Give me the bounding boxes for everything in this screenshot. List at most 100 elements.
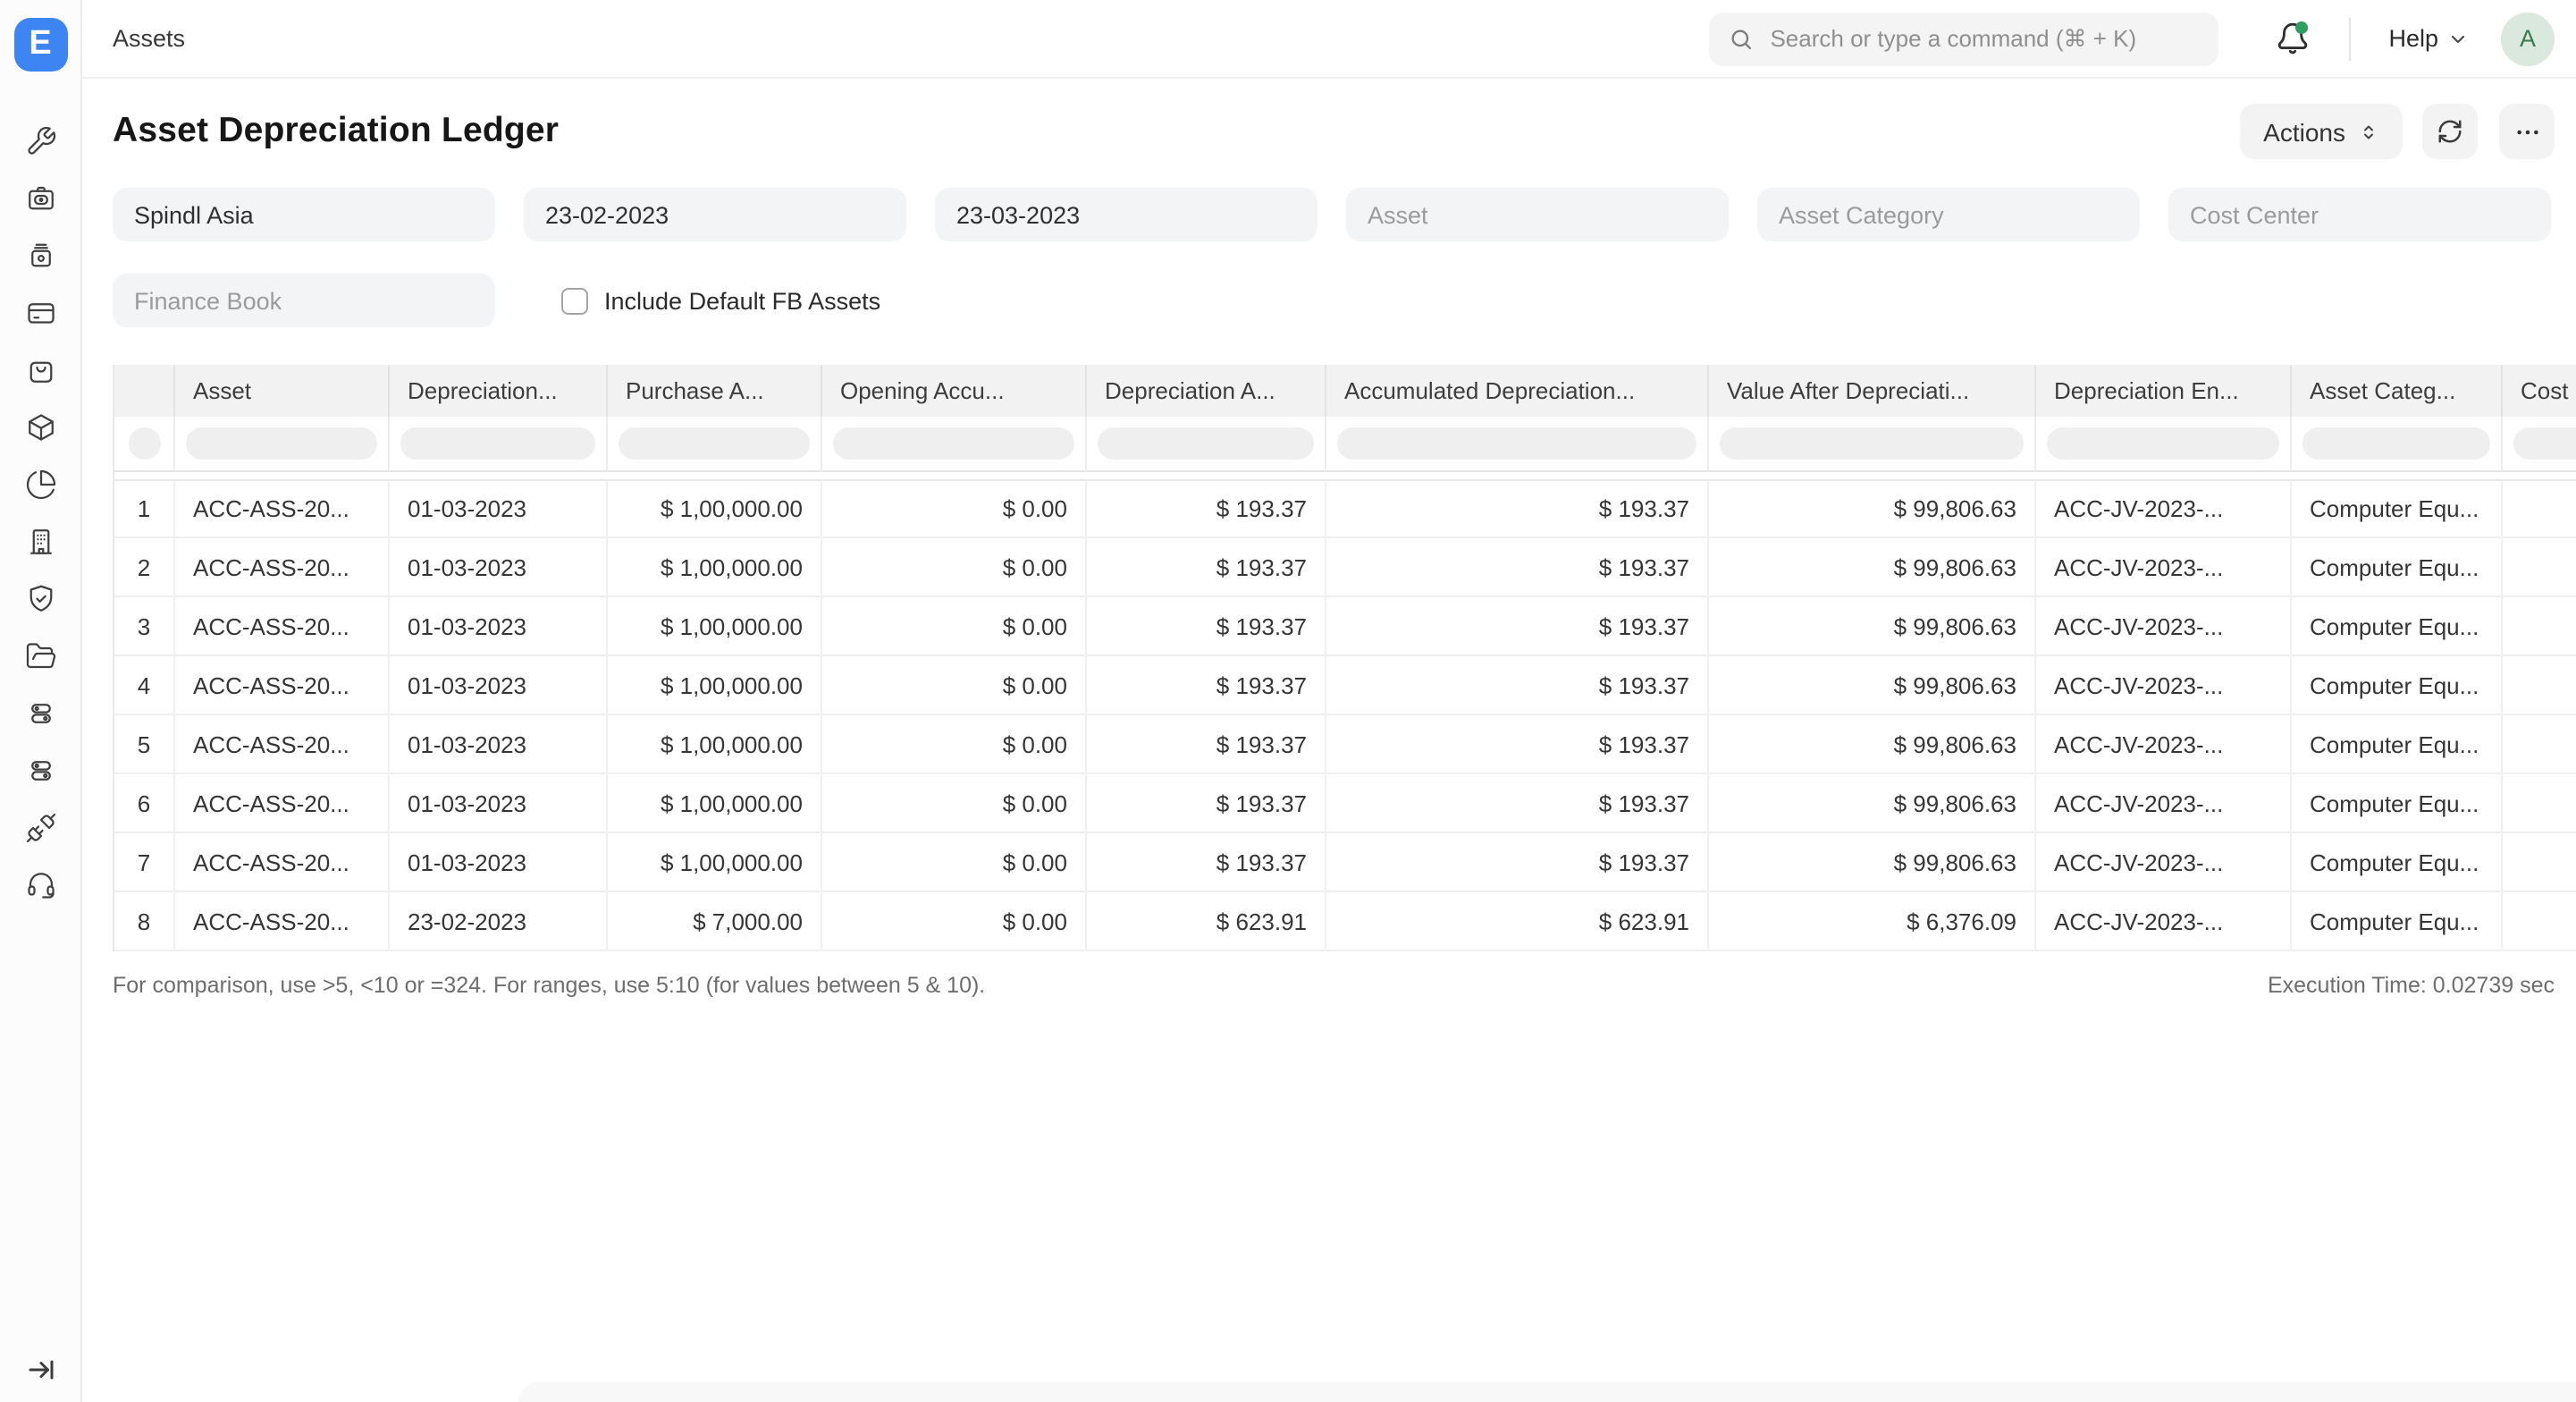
- breadcrumb[interactable]: Assets: [113, 25, 185, 52]
- table-cell[interactable]: $ 6,376.09: [1709, 892, 2036, 951]
- table-cell[interactable]: Computer Equ...: [2292, 479, 2503, 538]
- table-cell[interactable]: $ 193.37: [1326, 597, 1709, 656]
- table-cell[interactable]: ACC-JV-2023-...: [2036, 715, 2292, 774]
- notifications-bell-icon[interactable]: [2274, 21, 2310, 56]
- column-filter-input[interactable]: [2047, 427, 2279, 460]
- toggles-2-icon[interactable]: [24, 755, 56, 787]
- shield-check-icon[interactable]: [24, 583, 56, 615]
- column-filter-input[interactable]: [128, 427, 160, 460]
- table-cell[interactable]: [2503, 892, 2576, 951]
- table-cell[interactable]: ACC-JV-2023-...: [2036, 597, 2292, 656]
- table-cell[interactable]: ACC-ASS-20...: [175, 715, 390, 774]
- table-cell[interactable]: [2503, 597, 2576, 656]
- app-logo[interactable]: E: [13, 18, 67, 72]
- table-cell[interactable]: ACC-ASS-20...: [175, 892, 390, 951]
- column-filter-input[interactable]: [1098, 427, 1314, 460]
- table-cell[interactable]: $ 99,806.63: [1709, 715, 2036, 774]
- more-menu-button[interactable]: [2499, 104, 2555, 159]
- table-cell[interactable]: $ 0.00: [822, 656, 1087, 715]
- table-cell[interactable]: 01-03-2023: [390, 479, 608, 538]
- table-cell[interactable]: 01-03-2023: [390, 774, 608, 833]
- table-cell[interactable]: $ 193.37: [1087, 479, 1326, 538]
- table-cell[interactable]: $ 1,00,000.00: [608, 479, 822, 538]
- help-menu[interactable]: Help: [2388, 25, 2469, 52]
- table-cell[interactable]: $ 1,00,000.00: [608, 597, 822, 656]
- table-cell[interactable]: $ 193.37: [1326, 715, 1709, 774]
- table-cell[interactable]: $ 193.37: [1326, 538, 1709, 597]
- building-icon[interactable]: [24, 526, 56, 558]
- table-cell[interactable]: $ 193.37: [1087, 833, 1326, 892]
- column-header[interactable]: Depreciation A...: [1087, 365, 1326, 417]
- package-icon[interactable]: [24, 411, 56, 443]
- table-cell[interactable]: ACC-JV-2023-...: [2036, 833, 2292, 892]
- plug-icon[interactable]: [24, 812, 56, 844]
- from-date-filter[interactable]: 23-02-2023: [524, 188, 906, 241]
- table-cell[interactable]: ACC-JV-2023-...: [2036, 479, 2292, 538]
- table-cell[interactable]: ACC-ASS-20...: [175, 597, 390, 656]
- table-cell[interactable]: ACC-ASS-20...: [175, 479, 390, 538]
- table-cell[interactable]: ACC-JV-2023-...: [2036, 774, 2292, 833]
- table-cell[interactable]: [2503, 656, 2576, 715]
- finance-book-filter[interactable]: Finance Book: [113, 274, 495, 327]
- table-cell[interactable]: $ 0.00: [822, 479, 1087, 538]
- expand-sidebar-icon[interactable]: [24, 1354, 56, 1386]
- table-cell[interactable]: $ 0.00: [822, 774, 1087, 833]
- table-cell[interactable]: $ 99,806.63: [1709, 833, 2036, 892]
- table-cell[interactable]: $ 193.37: [1326, 774, 1709, 833]
- table-cell[interactable]: $ 99,806.63: [1709, 479, 2036, 538]
- table-cell[interactable]: $ 1,00,000.00: [608, 774, 822, 833]
- table-cell[interactable]: Computer Equ...: [2292, 715, 2503, 774]
- table-cell[interactable]: $ 1,00,000.00: [608, 833, 822, 892]
- table-cell[interactable]: ACC-ASS-20...: [175, 538, 390, 597]
- cash-register-icon[interactable]: [24, 240, 56, 272]
- table-cell[interactable]: $ 0.00: [822, 597, 1087, 656]
- table-cell[interactable]: [2503, 715, 2576, 774]
- pie-chart-icon[interactable]: [24, 469, 56, 501]
- table-cell[interactable]: Computer Equ...: [2292, 774, 2503, 833]
- table-cell[interactable]: 01-03-2023: [390, 538, 608, 597]
- column-filter-input[interactable]: [400, 427, 595, 460]
- column-filter-input[interactable]: [1720, 427, 2024, 460]
- column-header[interactable]: Asset: [175, 365, 390, 417]
- table-cell[interactable]: [2503, 774, 2576, 833]
- table-cell[interactable]: $ 0.00: [822, 892, 1087, 951]
- table-cell[interactable]: 01-03-2023: [390, 715, 608, 774]
- column-header[interactable]: Asset Categ...: [2292, 365, 2503, 417]
- actions-button[interactable]: Actions: [2240, 104, 2403, 159]
- table-cell[interactable]: 01-03-2023: [390, 597, 608, 656]
- table-cell[interactable]: $ 193.37: [1326, 656, 1709, 715]
- toggles-icon[interactable]: [24, 697, 56, 730]
- search-input[interactable]: Search or type a command (⌘ + K): [1709, 12, 2218, 65]
- company-filter[interactable]: Spindl Asia: [113, 188, 495, 241]
- refresh-button[interactable]: [2422, 104, 2478, 159]
- cost-center-filter[interactable]: Cost Center: [2168, 188, 2551, 241]
- column-header[interactable]: Cost Center: [2503, 365, 2576, 417]
- asset-category-filter[interactable]: Asset Category: [1757, 188, 2140, 241]
- table-cell[interactable]: $ 193.37: [1326, 479, 1709, 538]
- table-cell[interactable]: ACC-ASS-20...: [175, 656, 390, 715]
- table-cell[interactable]: $ 0.00: [822, 715, 1087, 774]
- asset-filter[interactable]: Asset: [1346, 188, 1729, 241]
- table-cell[interactable]: $ 193.37: [1087, 715, 1326, 774]
- table-cell[interactable]: $ 193.37: [1087, 656, 1326, 715]
- table-cell[interactable]: [2503, 833, 2576, 892]
- include-default-fb-checkbox-group[interactable]: Include Default FB Assets: [561, 287, 880, 314]
- table-cell[interactable]: ACC-JV-2023-...: [2036, 892, 2292, 951]
- table-cell[interactable]: $ 623.91: [1087, 892, 1326, 951]
- table-cell[interactable]: Computer Equ...: [2292, 656, 2503, 715]
- table-cell[interactable]: $ 1,00,000.00: [608, 656, 822, 715]
- table-cell[interactable]: $ 193.37: [1326, 833, 1709, 892]
- headset-icon[interactable]: [24, 869, 56, 901]
- to-date-filter[interactable]: 23-03-2023: [935, 188, 1317, 241]
- include-default-fb-checkbox[interactable]: [561, 287, 588, 314]
- cash-box-icon[interactable]: [24, 182, 56, 215]
- table-cell[interactable]: $ 0.00: [822, 833, 1087, 892]
- column-header[interactable]: Purchase A...: [608, 365, 822, 417]
- column-header[interactable]: Accumulated Depreciation...: [1326, 365, 1709, 417]
- table-cell[interactable]: 01-03-2023: [390, 656, 608, 715]
- table-cell[interactable]: ACC-ASS-20...: [175, 833, 390, 892]
- column-header[interactable]: Depreciation...: [390, 365, 608, 417]
- table-cell[interactable]: 01-03-2023: [390, 833, 608, 892]
- table-cell[interactable]: $ 0.00: [822, 538, 1087, 597]
- table-cell[interactable]: $ 7,000.00: [608, 892, 822, 951]
